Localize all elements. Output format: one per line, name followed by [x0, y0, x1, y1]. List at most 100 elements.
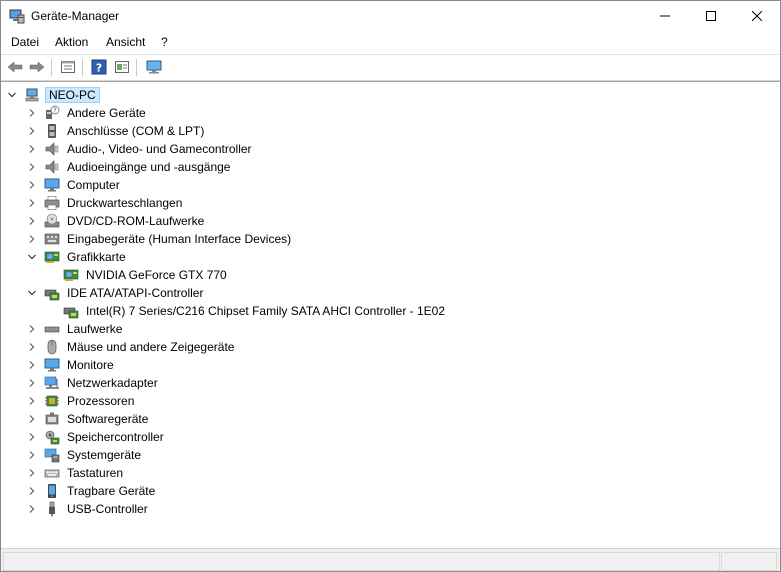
chevron-right-icon[interactable] — [27, 122, 37, 140]
software-device-icon — [44, 411, 60, 427]
svg-text:?: ? — [96, 62, 102, 75]
back-arrow-icon — [7, 61, 23, 73]
network-adapter-icon — [44, 375, 60, 391]
chevron-right-icon[interactable] — [27, 158, 37, 176]
forward-button[interactable] — [28, 58, 46, 76]
tree-root-label: NEO-PC — [45, 87, 100, 103]
scan-hardware-button[interactable] — [145, 58, 163, 76]
scan-hardware-icon — [146, 60, 162, 74]
category-item[interactable]: Monitore — [27, 356, 116, 374]
chevron-right-icon[interactable] — [27, 320, 37, 338]
maximize-button[interactable] — [688, 1, 734, 31]
display-adapter-icon — [63, 267, 79, 283]
category-item[interactable]: IDE ATA/ATAPI-Controller — [27, 284, 205, 302]
properties-icon — [61, 61, 75, 73]
category-item-label: Netzwerkadapter — [67, 376, 158, 390]
chevron-right-icon[interactable] — [27, 230, 37, 248]
toolbar: ? — [1, 54, 780, 81]
category-item-label: Druckwarteschlangen — [67, 196, 183, 210]
category-item-label: Anschlüsse (COM & LPT) — [67, 124, 205, 138]
category-item-label: IDE ATA/ATAPI-Controller — [67, 286, 204, 300]
chevron-right-icon[interactable] — [27, 338, 37, 356]
menu-datei[interactable]: Datei — [11, 35, 39, 49]
portable-device-icon — [44, 483, 60, 499]
category-item[interactable]: Softwaregeräte — [27, 410, 150, 428]
device-item[interactable]: NVIDIA GeForce GTX 770 — [46, 266, 229, 284]
menu-help[interactable]: ? — [161, 35, 168, 49]
category-item[interactable]: Mäuse und andere Zeigegeräte — [27, 338, 236, 356]
device-tree[interactable]: NEO-PC ? Andere Geräte Anschlüsse (COM & L… — [1, 81, 780, 547]
update-driver-button[interactable] — [113, 58, 131, 76]
update-driver-icon — [115, 61, 129, 73]
chevron-right-icon[interactable] — [27, 374, 37, 392]
chevron-down-icon[interactable] — [27, 248, 37, 266]
category-item[interactable]: ? Andere Geräte — [27, 104, 148, 122]
category-item[interactable]: Computer — [27, 176, 122, 194]
category-item-label: Eingabegeräte (Human Interface Devices) — [67, 232, 292, 246]
system-device-icon — [44, 447, 60, 463]
category-item[interactable]: Netzwerkadapter — [27, 374, 160, 392]
keyboard-icon — [44, 465, 60, 481]
chevron-right-icon[interactable] — [27, 212, 37, 230]
disc-drive-icon — [44, 213, 60, 229]
back-button[interactable] — [6, 58, 24, 76]
chevron-right-icon[interactable] — [27, 482, 37, 500]
close-icon — [752, 11, 762, 21]
category-item[interactable]: Audioeingänge und -ausgänge — [27, 158, 232, 176]
category-item[interactable]: Tastaturen — [27, 464, 125, 482]
chevron-right-icon[interactable] — [27, 392, 37, 410]
category-item[interactable]: Systemgeräte — [27, 446, 143, 464]
help-button[interactable]: ? — [90, 58, 108, 76]
category-item[interactable]: DVD/CD-ROM-Laufwerke — [27, 212, 206, 230]
category-item[interactable]: Audio-, Video- und Gamecontroller — [27, 140, 254, 158]
maximize-icon — [706, 11, 716, 21]
category-item[interactable]: Speichercontroller — [27, 428, 166, 446]
storage-controller-icon — [44, 429, 60, 445]
chevron-right-icon[interactable] — [27, 176, 37, 194]
help-icon: ? — [91, 59, 107, 75]
svg-text:?: ? — [53, 107, 57, 115]
category-item-label: Speichercontroller — [67, 430, 164, 444]
chevron-down-icon[interactable] — [7, 86, 17, 104]
category-item-label: DVD/CD-ROM-Laufwerke — [67, 214, 205, 228]
chevron-right-icon[interactable] — [27, 104, 37, 122]
category-item[interactable]: Laufwerke — [27, 320, 124, 338]
category-item[interactable]: Prozessoren — [27, 392, 136, 410]
toolbar-separator — [51, 59, 52, 76]
chevron-right-icon[interactable] — [27, 356, 37, 374]
category-item-label: Audio-, Video- und Gamecontroller — [67, 142, 252, 156]
chevron-down-icon[interactable] — [27, 284, 37, 302]
category-item-label: Mäuse und andere Zeigegeräte — [67, 340, 235, 354]
category-item-label: Andere Geräte — [67, 106, 146, 120]
device-item[interactable]: Intel(R) 7 Series/C216 Chipset Family SA… — [46, 302, 447, 320]
category-item-label: Tastaturen — [67, 466, 124, 480]
disk-drive-icon — [44, 321, 60, 337]
category-item[interactable]: Eingabegeräte (Human Interface Devices) — [27, 230, 293, 248]
status-pane-secondary — [721, 552, 777, 571]
chevron-right-icon[interactable] — [27, 428, 37, 446]
category-item[interactable]: USB-Controller — [27, 500, 150, 518]
chevron-right-icon[interactable] — [27, 140, 37, 158]
category-item-label: Softwaregeräte — [67, 412, 149, 426]
tree-root[interactable]: NEO-PC — [7, 86, 100, 104]
monitor-icon — [44, 357, 60, 373]
chevron-right-icon[interactable] — [27, 194, 37, 212]
chevron-right-icon[interactable] — [27, 464, 37, 482]
category-item[interactable]: Druckwarteschlangen — [27, 194, 184, 212]
category-item[interactable]: Anschlüsse (COM & LPT) — [27, 122, 206, 140]
menu-ansicht[interactable]: Ansicht — [106, 35, 145, 49]
title-bar[interactable]: Geräte-Manager — [1, 1, 780, 31]
menu-aktion[interactable]: Aktion — [55, 35, 88, 49]
toolbar-separator — [136, 59, 137, 76]
chevron-right-icon[interactable] — [27, 500, 37, 518]
chevron-right-icon[interactable] — [27, 446, 37, 464]
properties-button[interactable] — [59, 58, 77, 76]
close-button[interactable] — [734, 1, 780, 31]
hid-icon — [44, 231, 60, 247]
minimize-button[interactable] — [642, 1, 688, 31]
category-item[interactable]: Tragbare Geräte — [27, 482, 157, 500]
category-item[interactable]: Grafikkarte — [27, 248, 128, 266]
device-item-label: NVIDIA GeForce GTX 770 — [86, 268, 227, 282]
chevron-right-icon[interactable] — [27, 410, 37, 428]
